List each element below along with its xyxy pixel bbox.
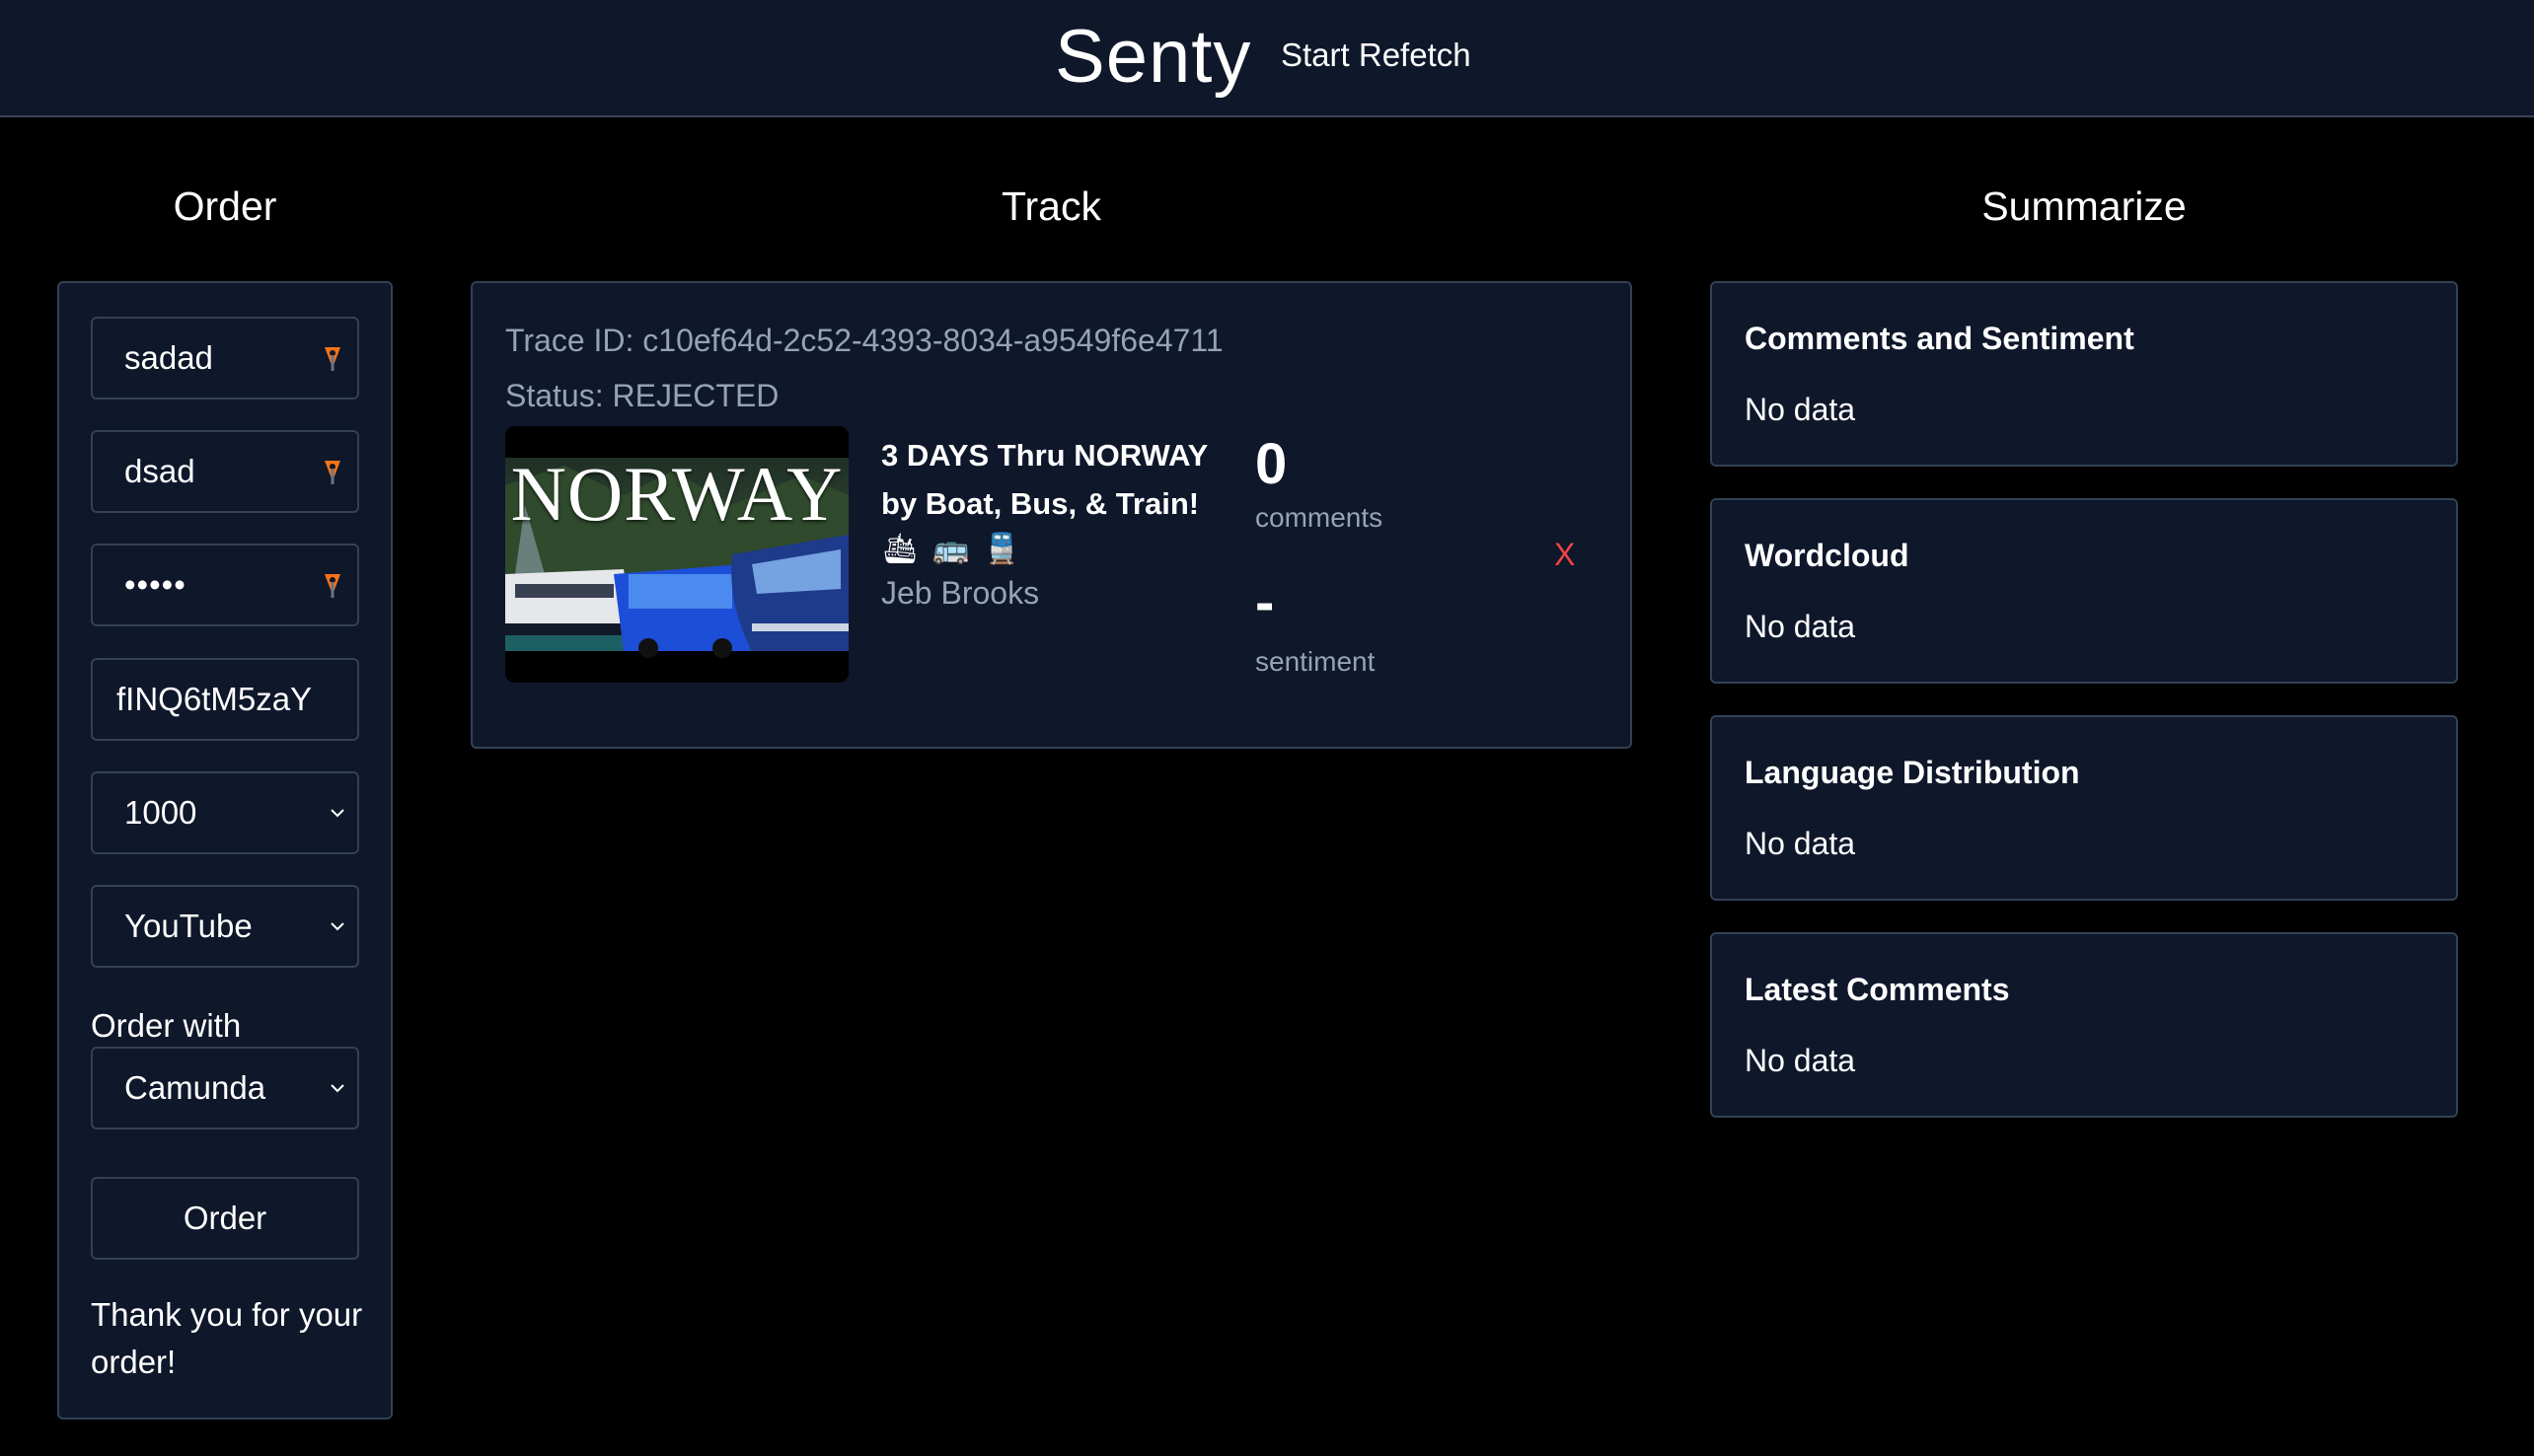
order-form: sadad dsad ••••• fINQ6tM5zaY 1000 YouTub… bbox=[57, 281, 393, 1420]
chevron-down-icon bbox=[331, 1084, 344, 1093]
comments-count: 0 bbox=[1255, 432, 1288, 496]
engine-select[interactable]: Camunda bbox=[91, 1047, 359, 1129]
track-column-title: Track bbox=[1002, 183, 1101, 229]
password-manager-icon[interactable] bbox=[322, 571, 343, 603]
order-button[interactable]: Order bbox=[91, 1177, 359, 1260]
wordcloud-card: Wordcloud No data bbox=[1710, 498, 2458, 684]
summarize-column-title: Summarize bbox=[1981, 183, 2187, 229]
video-id-input[interactable]: fINQ6tM5zaY bbox=[91, 658, 359, 741]
card-body: No data bbox=[1745, 609, 1856, 644]
card-body: No data bbox=[1745, 392, 1856, 427]
card-title: Wordcloud bbox=[1745, 538, 1909, 573]
order-column-title: Order bbox=[173, 183, 277, 229]
comments-label: comments bbox=[1255, 502, 1383, 533]
password-manager-icon[interactable] bbox=[322, 344, 343, 376]
language-distribution-card: Language Distribution No data bbox=[1710, 715, 2458, 901]
order-with-label: Order with bbox=[91, 1007, 242, 1044]
video-id-value: fINQ6tM5zaY bbox=[116, 681, 313, 717]
password-field-value: ••••• bbox=[124, 566, 186, 603]
video-thumbnail[interactable]: NORWAY bbox=[505, 426, 849, 683]
video-title-emojis: 🛳🚌🚆 bbox=[881, 533, 1034, 565]
platform-select[interactable]: YouTube bbox=[91, 885, 359, 968]
card-title: Language Distribution bbox=[1745, 755, 2080, 790]
order-confirmation-message: Thank you for your order! bbox=[91, 1296, 363, 1380]
input-field-2-value: dsad bbox=[124, 453, 195, 489]
channel-name: Jeb Brooks bbox=[881, 575, 1040, 611]
tracked-order-card: Trace ID: c10ef64d-2c52-4393-8034-a9549f… bbox=[471, 281, 1632, 749]
sentiment-value: - bbox=[1255, 570, 1275, 634]
card-title: Comments and Sentiment bbox=[1745, 321, 2134, 356]
input-field-2[interactable]: dsad bbox=[91, 430, 359, 513]
remove-order-button[interactable]: X bbox=[1554, 537, 1575, 573]
card-body: No data bbox=[1745, 1043, 1856, 1078]
card-title: Latest Comments bbox=[1745, 972, 2010, 1007]
video-thumbnail-title: NORWAY bbox=[510, 451, 844, 537]
card-body: No data bbox=[1745, 826, 1856, 861]
password-manager-icon[interactable] bbox=[322, 458, 343, 489]
engine-select-value: Camunda bbox=[124, 1069, 266, 1106]
trace-id: Trace ID: c10ef64d-2c52-4393-8034-a9549f… bbox=[505, 323, 1224, 358]
input-field-1-value: sadad bbox=[124, 339, 213, 376]
order-status: Status: REJECTED bbox=[505, 378, 780, 413]
amount-select-value: 1000 bbox=[124, 794, 197, 831]
chevron-down-icon bbox=[331, 922, 344, 931]
amount-select[interactable]: 1000 bbox=[91, 771, 359, 854]
platform-select-value: YouTube bbox=[124, 908, 253, 944]
start-refetch-link[interactable]: Start Refetch bbox=[1281, 36, 1471, 74]
top-navbar: Senty Start Refetch bbox=[0, 0, 2534, 117]
sentiment-label: sentiment bbox=[1255, 646, 1376, 677]
latest-comments-card: Latest Comments No data bbox=[1710, 932, 2458, 1118]
password-field[interactable]: ••••• bbox=[91, 544, 359, 626]
input-field-1[interactable]: sadad bbox=[91, 317, 359, 400]
comments-sentiment-card: Comments and Sentiment No data bbox=[1710, 281, 2458, 467]
chevron-down-icon bbox=[331, 809, 344, 818]
video-title[interactable]: 3 DAYS Thru NORWAY by Boat, Bus, & Train… bbox=[881, 431, 1236, 528]
brand-logo-text[interactable]: Senty bbox=[1055, 14, 1251, 100]
